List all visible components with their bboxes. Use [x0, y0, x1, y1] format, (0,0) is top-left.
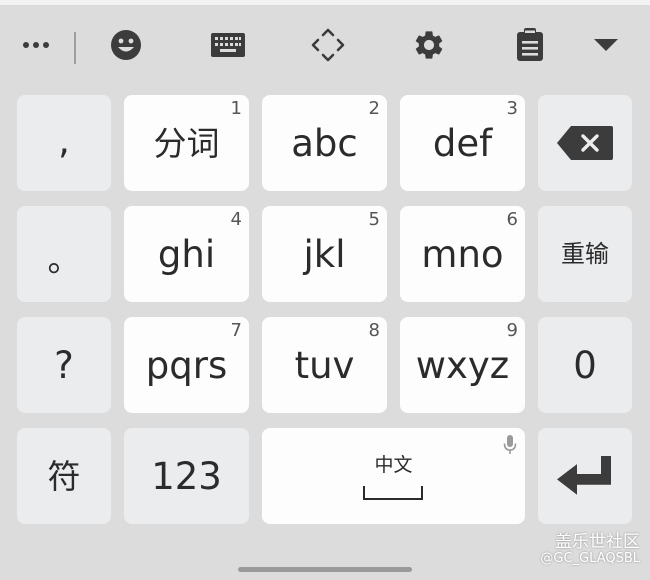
- reinput-key-label: 重输: [561, 240, 609, 268]
- emoji-icon[interactable]: [106, 25, 146, 65]
- reinput-key[interactable]: 重输: [538, 206, 632, 302]
- key-8-number: 8: [368, 320, 380, 341]
- backspace-key[interactable]: [538, 95, 632, 191]
- key-6-number: 6: [506, 209, 518, 230]
- key-3[interactable]: def 3: [400, 95, 525, 191]
- home-indicator-bar[interactable]: [238, 567, 412, 572]
- question-key[interactable]: ?: [17, 317, 111, 413]
- key-4[interactable]: ghi 4: [124, 206, 249, 302]
- key-2[interactable]: abc 2: [262, 95, 387, 191]
- clipboard-icon[interactable]: [510, 25, 550, 65]
- key-2-label: abc: [291, 121, 358, 165]
- key-6-label: mno: [421, 232, 504, 276]
- space-key-label: 中文: [374, 454, 413, 476]
- key-9-label: wxyz: [415, 343, 510, 387]
- symbols-key[interactable]: 符: [17, 428, 111, 524]
- watermark-community: 盖乐世社区: [555, 532, 640, 552]
- key-1-number: 1: [230, 98, 242, 119]
- symbols-key-label: 符: [47, 456, 81, 496]
- backspace-icon: [557, 126, 613, 160]
- key-9[interactable]: wxyz 9: [400, 317, 525, 413]
- move-arrows-icon[interactable]: [308, 25, 348, 65]
- comma-key-label: ,: [58, 118, 70, 162]
- collapse-triangle-icon[interactable]: [586, 25, 626, 65]
- more-horizontal-icon[interactable]: [16, 25, 56, 65]
- period-key[interactable]: 。: [17, 206, 111, 302]
- key-7-number: 7: [230, 320, 242, 341]
- key-3-label: def: [432, 121, 493, 165]
- enter-arrow-icon: [557, 456, 611, 495]
- key-4-number: 4: [230, 209, 242, 230]
- key-2-number: 2: [368, 98, 380, 119]
- key-1-label: 分词: [153, 123, 220, 163]
- settings-gear-icon[interactable]: [409, 25, 449, 65]
- zero-key-label: 0: [573, 343, 597, 387]
- key-1[interactable]: 分词 1: [124, 95, 249, 191]
- key-5[interactable]: jkl 5: [262, 206, 387, 302]
- numbers-key[interactable]: 123: [124, 428, 249, 524]
- question-key-label: ?: [54, 343, 74, 387]
- key-5-label: jkl: [303, 232, 346, 276]
- keyboard-toolbar: [0, 5, 650, 89]
- zero-key[interactable]: 0: [538, 317, 632, 413]
- toolbar-divider: [74, 32, 76, 64]
- enter-key[interactable]: [538, 428, 632, 524]
- key-4-label: ghi: [157, 232, 216, 276]
- key-5-number: 5: [368, 209, 380, 230]
- key-8-label: tuv: [294, 343, 355, 387]
- key-9-number: 9: [506, 320, 518, 341]
- keyboard-icon[interactable]: [208, 25, 248, 65]
- watermark-handle: @GC_GLAQSBL: [540, 551, 640, 566]
- key-7[interactable]: pqrs 7: [124, 317, 249, 413]
- period-key-label: 。: [47, 239, 81, 279]
- microphone-icon: [503, 435, 517, 454]
- space-bar-icon: [363, 486, 423, 500]
- key-6[interactable]: mno 6: [400, 206, 525, 302]
- key-3-number: 3: [506, 98, 518, 119]
- key-8[interactable]: tuv 8: [262, 317, 387, 413]
- key-7-label: pqrs: [145, 343, 228, 387]
- space-key[interactable]: 中文: [262, 428, 525, 524]
- numbers-key-label: 123: [151, 454, 222, 498]
- comma-key[interactable]: ,: [17, 95, 111, 191]
